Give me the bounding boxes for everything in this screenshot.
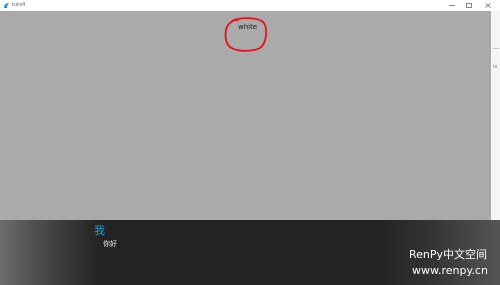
minimize-icon xyxy=(449,5,455,6)
watermark-url: www.renpy.cn xyxy=(412,264,488,277)
divider xyxy=(493,48,499,49)
window-title: tuto4 xyxy=(12,2,26,8)
background-window-edge xyxy=(491,11,500,220)
game-scene[interactable]: white xyxy=(0,11,491,220)
annotation-circle xyxy=(224,17,267,52)
app-icon xyxy=(4,3,9,8)
maximize-button[interactable] xyxy=(462,0,476,11)
maximize-icon xyxy=(466,3,472,8)
dialogue-text: 你好 xyxy=(103,240,117,248)
window-titlebar: tuto4 xyxy=(0,0,500,11)
background-window-text: ix xyxy=(493,64,498,70)
minimize-button[interactable] xyxy=(445,0,459,11)
close-icon xyxy=(485,3,491,8)
close-button[interactable] xyxy=(481,0,495,11)
watermark-title: RenPy中文空间 xyxy=(409,248,488,261)
speaker-name: 我 xyxy=(94,224,105,237)
